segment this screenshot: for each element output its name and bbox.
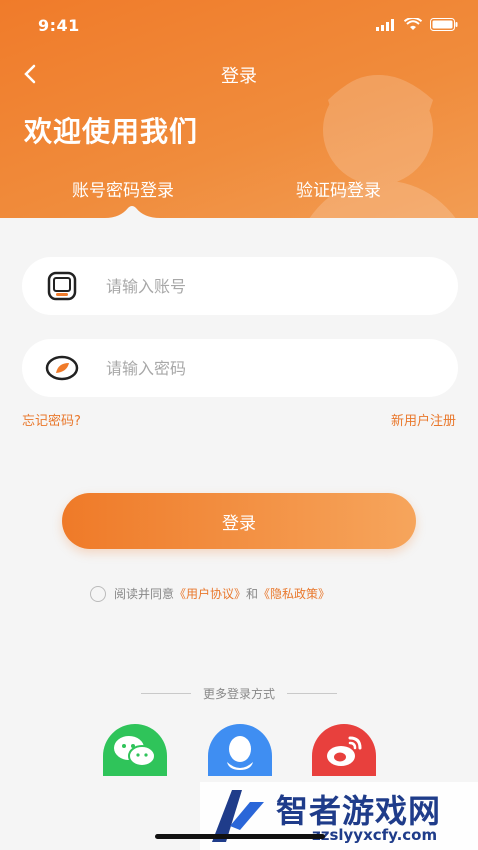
more-login-label: 更多登录方式 bbox=[202, 687, 275, 701]
account-input[interactable] bbox=[106, 276, 426, 296]
page-title: 登录 bbox=[221, 66, 257, 87]
status-time: 9:41 bbox=[38, 16, 80, 35]
divider-line bbox=[140, 693, 191, 694]
login-button[interactable]: 登录 bbox=[62, 493, 416, 549]
forgot-password-link[interactable]: 忘记密码? bbox=[22, 410, 81, 429]
password-input[interactable] bbox=[106, 358, 426, 378]
home-indicator bbox=[155, 834, 325, 839]
more-login-divider: 更多登录方式 bbox=[0, 685, 478, 702]
wechat-icon bbox=[114, 736, 156, 767]
agreement-checkbox[interactable] bbox=[90, 585, 106, 602]
status-icons bbox=[376, 18, 458, 31]
divider-line bbox=[287, 693, 337, 694]
user-agreement-link[interactable]: 《用户协议》 bbox=[174, 585, 246, 602]
privacy-policy-link[interactable]: 《隐私政策》 bbox=[258, 585, 330, 602]
password-field[interactable] bbox=[22, 339, 458, 397]
qq-icon bbox=[227, 736, 253, 770]
status-bar: 9:41 bbox=[0, 0, 478, 50]
site-watermark: 智者游戏网 zzslyyxcfy.com bbox=[200, 782, 478, 850]
signal-icon bbox=[376, 18, 394, 31]
account-field[interactable] bbox=[22, 257, 458, 315]
register-link[interactable]: 新用户注册 bbox=[391, 410, 456, 429]
weibo-icon bbox=[327, 736, 362, 766]
welcome-heading: 欢迎使用我们 bbox=[24, 115, 199, 148]
battery-icon bbox=[430, 18, 458, 31]
agreement-row: 阅读并同意 《用户协议》 和 《隐私政策》 bbox=[90, 585, 330, 602]
watermark-url: zzslyyxcfy.com bbox=[312, 826, 438, 844]
lock-eye-icon bbox=[42, 348, 82, 388]
phone-icon bbox=[42, 266, 82, 306]
wifi-icon bbox=[404, 18, 422, 30]
agreement-prefix: 阅读并同意 bbox=[114, 587, 175, 601]
agreement-and: 和 bbox=[246, 587, 259, 601]
